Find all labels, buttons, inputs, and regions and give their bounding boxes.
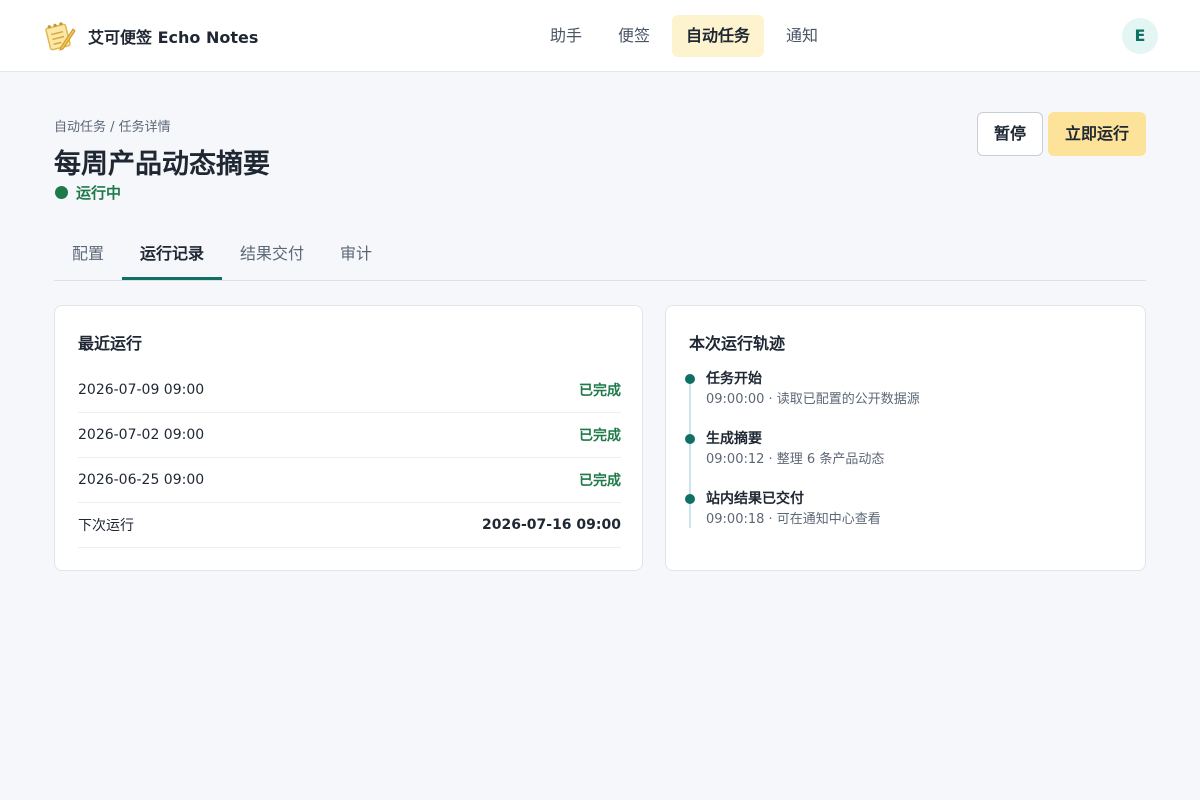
run-time: 2026-07-02 09:00 bbox=[78, 427, 205, 443]
step-detail: 09:00:12 · 整理 6 条产品动态 bbox=[706, 452, 885, 467]
timeline-dot-icon bbox=[685, 374, 695, 384]
tab-audit[interactable]: 审计 bbox=[322, 232, 390, 280]
run-time: 2026-07-09 09:00 bbox=[78, 382, 205, 398]
nav-item-assistant[interactable]: 助手 bbox=[536, 15, 596, 57]
nav-item-notes[interactable]: 便签 bbox=[604, 15, 664, 57]
tab-delivery[interactable]: 结果交付 bbox=[222, 232, 322, 280]
timeline-dot-icon bbox=[685, 434, 695, 444]
status-badge: 运行中 bbox=[55, 182, 121, 203]
next-run-row: 下次运行 2026-07-16 09:00 bbox=[78, 503, 621, 548]
tab-run-history[interactable]: 运行记录 bbox=[122, 232, 223, 280]
run-timeline: 任务开始 09:00:00 · 读取已配置的公开数据源 生成摘要 09:00:1… bbox=[685, 370, 1125, 550]
brand-name: 艾可便签 Echo Notes bbox=[88, 28, 259, 47]
run-row[interactable]: 2026-07-02 09:00 已完成 bbox=[78, 413, 621, 458]
timeline-dot-icon bbox=[685, 494, 695, 504]
step-title: 生成摘要 bbox=[706, 431, 762, 447]
run-trace-title: 本次运行轨迹 bbox=[689, 334, 786, 353]
step-detail: 09:00:18 · 可在通知中心查看 bbox=[706, 512, 881, 527]
page-title: 每周产品动态摘要 bbox=[54, 149, 270, 180]
run-row[interactable]: 2026-06-25 09:00 已完成 bbox=[78, 458, 621, 503]
status-dot-icon bbox=[55, 186, 68, 199]
run-row[interactable]: 2026-07-09 09:00 已完成 bbox=[78, 368, 621, 413]
step-title: 站内结果已交付 bbox=[706, 491, 804, 507]
run-status: 已完成 bbox=[579, 473, 621, 489]
timeline-step: 生成摘要 09:00:12 · 整理 6 条产品动态 bbox=[685, 430, 1125, 490]
step-title: 任务开始 bbox=[706, 371, 762, 387]
tab-config[interactable]: 配置 bbox=[54, 232, 122, 280]
recent-runs-title: 最近运行 bbox=[78, 334, 143, 353]
next-run-label: 下次运行 bbox=[78, 518, 134, 534]
run-time: 2026-06-25 09:00 bbox=[78, 472, 205, 488]
breadcrumb[interactable]: 自动任务 / 任务详情 bbox=[54, 116, 171, 135]
brand[interactable]: 艾可便签 Echo Notes bbox=[42, 20, 258, 52]
notepad-pencil-icon bbox=[45, 22, 76, 51]
user-avatar[interactable]: E bbox=[1122, 18, 1158, 54]
main-nav: 助手 便签 自动任务 通知 bbox=[536, 15, 840, 57]
nav-item-auto-tasks[interactable]: 自动任务 bbox=[672, 15, 765, 57]
run-status: 已完成 bbox=[579, 428, 621, 444]
next-run-time: 2026-07-16 09:00 bbox=[482, 517, 621, 533]
timeline-step: 任务开始 09:00:00 · 读取已配置的公开数据源 bbox=[685, 370, 1125, 430]
tab-bar: 配置 运行记录 结果交付 审计 bbox=[54, 232, 1146, 281]
run-status: 已完成 bbox=[579, 383, 621, 399]
run-trace-card: 本次运行轨迹 任务开始 09:00:00 · 读取已配置的公开数据源 生成摘要 … bbox=[665, 305, 1146, 571]
step-detail: 09:00:00 · 读取已配置的公开数据源 bbox=[706, 392, 920, 407]
recent-runs-card: 最近运行 2026-07-09 09:00 已完成 2026-07-02 09:… bbox=[54, 305, 643, 571]
pause-button[interactable]: 暂停 bbox=[977, 112, 1043, 156]
run-now-button[interactable]: 立即运行 bbox=[1048, 112, 1146, 156]
nav-item-notifications[interactable]: 通知 bbox=[772, 15, 832, 57]
run-list: 2026-07-09 09:00 已完成 2026-07-02 09:00 已完… bbox=[78, 368, 621, 548]
timeline-step: 站内结果已交付 09:00:18 · 可在通知中心查看 bbox=[685, 490, 1125, 550]
status-text: 运行中 bbox=[76, 184, 122, 202]
top-bar: 艾可便签 Echo Notes 助手 便签 自动任务 通知 E bbox=[0, 0, 1200, 72]
